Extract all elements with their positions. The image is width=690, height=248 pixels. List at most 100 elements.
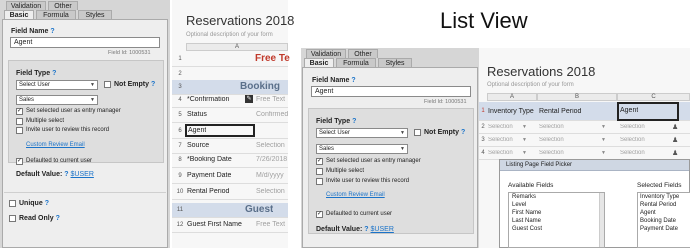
- field-label: *Confirmation: [187, 96, 230, 103]
- list-item[interactable]: Rental Period: [638, 201, 690, 209]
- guest-section-heading: Guest: [245, 204, 274, 215]
- list-item[interactable]: Inventory Type: [638, 193, 690, 201]
- help-icon[interactable]: ?: [351, 77, 355, 84]
- defaulted-checkbox[interactable]: ✓: [16, 158, 23, 165]
- column-header-b[interactable]: B: [537, 93, 617, 101]
- list-cell[interactable]: Selection: [539, 137, 564, 143]
- custom-review-email-link[interactable]: Custom Review Email: [26, 142, 85, 148]
- chevron-down-icon: ▼: [601, 137, 606, 143]
- list-item[interactable]: Payment Date: [638, 225, 690, 233]
- field-placeholder[interactable]: Confirmed: [256, 111, 288, 118]
- help-icon[interactable]: ?: [461, 129, 465, 136]
- field-type-select[interactable]: Select User ▼: [316, 128, 408, 138]
- help-icon[interactable]: ?: [352, 118, 356, 125]
- edit-icon[interactable]: ✎: [245, 95, 253, 103]
- entry-manager-checkbox[interactable]: ✓: [316, 158, 323, 165]
- column-header-c[interactable]: C: [617, 93, 690, 101]
- field-placeholder[interactable]: Free Text: [256, 221, 288, 228]
- help-icon[interactable]: ?: [52, 70, 56, 77]
- field-placeholder[interactable]: Selection: [256, 188, 288, 195]
- field-placeholder[interactable]: M/d/yyyy: [256, 172, 288, 179]
- default-value-link[interactable]: $USER: [71, 171, 94, 178]
- help-icon[interactable]: ?: [64, 171, 68, 178]
- list-cell[interactable]: Selection: [488, 150, 513, 156]
- row-number: 9: [178, 173, 182, 179]
- not-empty-checkbox[interactable]: [104, 81, 111, 88]
- list-item[interactable]: Booking Date: [638, 217, 690, 225]
- selected-fields-list[interactable]: Inventory Type Rental Period Agent Booki…: [637, 192, 690, 248]
- list-cell[interactable]: Selection: [539, 124, 564, 130]
- not-empty-checkbox[interactable]: [414, 129, 421, 136]
- tab-other[interactable]: Other: [348, 49, 378, 58]
- read-only-checkbox[interactable]: [9, 215, 16, 222]
- tab-styles[interactable]: Styles: [78, 10, 112, 19]
- tab-basic[interactable]: Basic: [304, 58, 334, 67]
- available-fields-list[interactable]: Remarks Level First Name Last Name Guest…: [508, 192, 605, 248]
- list-column-header[interactable]: Agent: [620, 107, 638, 114]
- field-placeholder[interactable]: Selection: [256, 142, 288, 149]
- tab-styles[interactable]: Styles: [378, 58, 412, 67]
- multiple-select-checkbox[interactable]: [16, 118, 23, 125]
- entry-manager-checkbox[interactable]: ✓: [16, 108, 23, 115]
- help-icon[interactable]: ?: [50, 28, 54, 35]
- list-item[interactable]: Level: [509, 201, 604, 209]
- tab-validation[interactable]: Validation: [306, 49, 346, 58]
- invite-user-checkbox[interactable]: [316, 178, 323, 185]
- row-number: 2: [481, 124, 485, 130]
- default-value-label: Default Value:? $USER: [16, 171, 94, 178]
- defaulted-checkbox[interactable]: ✓: [316, 211, 323, 218]
- table-row: 11 Guest: [172, 203, 288, 218]
- list-column-header[interactable]: Inventory Type: [488, 108, 534, 115]
- unique-checkbox[interactable]: [9, 200, 16, 207]
- table-row: 4 *Confirmation ✎ Free Text: [172, 93, 288, 108]
- field-name-input[interactable]: Agent: [311, 86, 471, 97]
- help-icon[interactable]: ?: [56, 215, 60, 222]
- help-icon[interactable]: ?: [364, 226, 368, 233]
- help-icon[interactable]: ?: [151, 81, 155, 88]
- tab-validation[interactable]: Validation: [6, 1, 46, 10]
- field-placeholder[interactable]: 7/26/2018: [256, 156, 288, 163]
- tab-formula[interactable]: Formula: [36, 10, 76, 19]
- group-select[interactable]: Sales ▼: [16, 95, 98, 105]
- chevron-down-icon: ▼: [522, 124, 527, 130]
- tab-formula[interactable]: Formula: [336, 58, 376, 67]
- user-icon[interactable]: ♟: [672, 149, 678, 157]
- help-icon[interactable]: ?: [45, 200, 49, 207]
- list-title: Reservations 2018: [487, 64, 596, 79]
- tab-other[interactable]: Other: [48, 1, 78, 10]
- list-cell[interactable]: Selection: [488, 137, 513, 143]
- list-item[interactable]: Last Name: [509, 217, 604, 225]
- list-column-header[interactable]: Rental Period: [539, 108, 581, 115]
- custom-review-email-link[interactable]: Custom Review Email: [326, 192, 385, 198]
- list-item[interactable]: Agent: [638, 209, 690, 217]
- user-icon[interactable]: ♟: [672, 123, 678, 131]
- chevron-down-icon: ▼: [522, 150, 527, 156]
- invite-user-label: Invite user to review this record: [26, 127, 110, 133]
- list-cell[interactable]: Selection: [539, 150, 564, 156]
- list-cell[interactable]: Selection: [620, 150, 645, 156]
- dialog-titlebar[interactable]: Listing Page Field Picker: [500, 160, 689, 171]
- user-icon[interactable]: ♟: [672, 136, 678, 144]
- group-select[interactable]: Sales ▼: [316, 144, 408, 154]
- list-data-row: 2 Selection ▼ Selection ▼ Selection ♟: [479, 121, 690, 134]
- multiple-select-checkbox[interactable]: [316, 168, 323, 175]
- list-item[interactable]: Guest Cost: [509, 225, 604, 233]
- column-header-a[interactable]: A: [186, 43, 288, 51]
- field-name-input[interactable]: Agent: [10, 37, 160, 48]
- tab-basic[interactable]: Basic: [4, 10, 34, 19]
- field-placeholder[interactable]: Free Text: [256, 96, 285, 103]
- field-picker-dialog: Listing Page Field Picker Available Fiel…: [499, 159, 690, 248]
- table-row-selected[interactable]: 6 Agent: [172, 124, 288, 139]
- field-type-select[interactable]: Select User ▼: [16, 80, 98, 90]
- row-number: 1: [481, 108, 485, 114]
- invite-user-checkbox[interactable]: [16, 127, 23, 134]
- list-cell[interactable]: Selection: [620, 124, 645, 130]
- default-value-link[interactable]: $USER: [371, 226, 394, 233]
- column-header-a[interactable]: A: [487, 93, 537, 101]
- available-fields-label: Available Fields: [508, 182, 554, 189]
- list-cell[interactable]: Selection: [620, 137, 645, 143]
- scrollbar[interactable]: [599, 193, 604, 247]
- list-cell[interactable]: Selection: [488, 124, 513, 130]
- list-item[interactable]: Remarks: [509, 193, 604, 201]
- list-item[interactable]: First Name: [509, 209, 604, 217]
